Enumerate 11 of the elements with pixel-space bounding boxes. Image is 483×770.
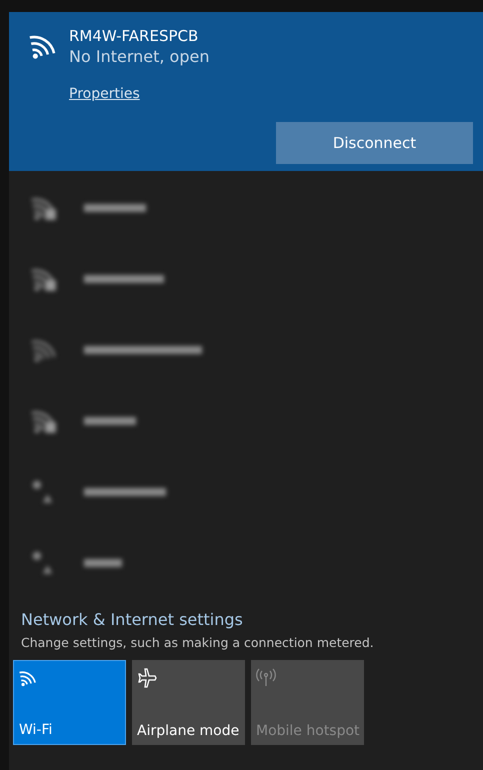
- network-status: No Internet, open: [69, 46, 210, 68]
- hotspot-icon: [256, 668, 276, 688]
- wifi-icon: [19, 669, 37, 687]
- wifi-tile[interactable]: Wi-Fi: [13, 660, 126, 745]
- airplane-tile[interactable]: Airplane mode: [132, 660, 245, 745]
- airplane-icon: [137, 668, 157, 688]
- disconnect-button[interactable]: Disconnect: [276, 122, 473, 164]
- settings-link[interactable]: Network & Internet settings: [9, 598, 483, 629]
- properties-link[interactable]: Properties: [69, 86, 140, 102]
- network-name: RM4W-FARESPCB: [69, 26, 200, 46]
- settings-description: Change settings, such as making a connection metered.: [20, 634, 375, 650]
